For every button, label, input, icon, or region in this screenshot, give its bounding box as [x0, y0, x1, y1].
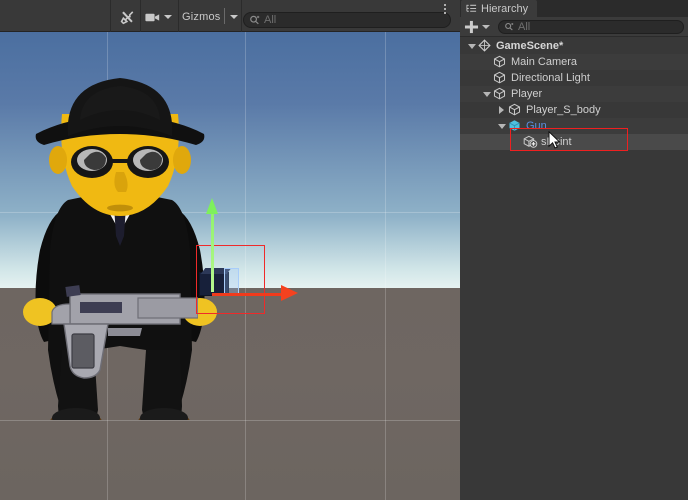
- selection-bounds-box: [196, 245, 265, 314]
- arrow-cursor: [548, 131, 561, 149]
- hierarchy-row-label: Player_S_body: [526, 104, 601, 116]
- hierarchy-panel: Hierarchy All GameScene* Main Camera Dir…: [460, 0, 688, 500]
- cube-icon: [493, 71, 509, 85]
- hierarchy-row-gun[interactable]: Gun: [460, 118, 688, 134]
- gizmo-y-axis-arrow[interactable]: [206, 198, 218, 214]
- search-icon: [505, 22, 514, 31]
- search-icon: [250, 15, 260, 24]
- unity-editor-window: Gizmos All Hierarchy All GameScene* Main…: [0, 0, 688, 500]
- hierarchy-toolbar: All: [460, 17, 688, 37]
- hierarchy-row-player[interactable]: Player: [460, 86, 688, 102]
- scene-search-placeholder: All: [264, 14, 277, 26]
- gizmo-x-axis[interactable]: [212, 293, 284, 296]
- hierarchy-row-player-s-body[interactable]: Player_S_body: [460, 102, 688, 118]
- vertical-ellipsis-icon: [444, 4, 446, 6]
- hierarchy-row-label: Gun: [526, 120, 547, 132]
- twirl-spacer: [481, 56, 493, 68]
- cube-icon: [493, 87, 506, 100]
- scene-search-input[interactable]: All: [243, 12, 451, 28]
- cube-icon: [493, 87, 509, 101]
- camera-icon: [145, 13, 160, 21]
- cube-icon: [493, 55, 509, 69]
- add-dropdown-caret-icon[interactable]: [482, 25, 490, 29]
- cube-plus-icon: [523, 135, 538, 148]
- twirl-down-icon[interactable]: [466, 40, 478, 52]
- hierarchy-row-main-camera[interactable]: Main Camera: [460, 54, 688, 70]
- twirl-spacer: [481, 72, 493, 84]
- hierarchy-row-label: Player: [511, 88, 543, 100]
- hierarchy-row-spoint[interactable]: sPoint: [460, 134, 688, 150]
- twirl-down-icon[interactable]: [496, 120, 508, 132]
- hierarchy-row-label: GameScene*: [496, 40, 564, 52]
- scene-viewport[interactable]: [0, 32, 460, 500]
- twirl-spacer: [511, 136, 523, 148]
- cube-icon: [508, 103, 524, 117]
- gizmo-x-axis-arrow[interactable]: [281, 285, 298, 301]
- scene-view-toolbar: Gizmos All: [0, 0, 460, 32]
- gizmos-label: Gizmos: [182, 10, 221, 23]
- scene-icon: [478, 39, 491, 52]
- scene-icon: [478, 39, 494, 53]
- gizmo-y-axis[interactable]: [211, 206, 214, 292]
- hierarchy-row-gamescene-[interactable]: GameScene*: [460, 38, 688, 54]
- tools-wrench-icon: [120, 10, 133, 24]
- tab-hierarchy-label: Hierarchy: [481, 2, 529, 15]
- scene-view-panel: Gizmos All: [0, 0, 460, 500]
- chevron-down-icon: [230, 15, 238, 19]
- cube-plus-icon: [523, 135, 539, 149]
- prefab-icon: [508, 119, 524, 133]
- scene-camera-button[interactable]: [142, 8, 176, 26]
- hierarchy-row-label: Main Camera: [511, 56, 578, 68]
- cube-icon: [493, 55, 506, 68]
- chevron-down-icon: [164, 15, 172, 19]
- cube-icon: [493, 71, 506, 84]
- hierarchy-row-directional-light[interactable]: Directional Light: [460, 70, 688, 86]
- prefab-icon: [509, 120, 520, 131]
- grid-line-vertical: [385, 32, 386, 500]
- twirl-right-icon[interactable]: [496, 104, 508, 116]
- hierarchy-search-placeholder: All: [518, 21, 531, 33]
- tools-button[interactable]: [114, 8, 140, 26]
- gizmos-dropdown-button[interactable]: [226, 8, 242, 26]
- cube-icon: [508, 103, 521, 116]
- grid-line-horizontal: [0, 420, 460, 421]
- hierarchy-list-icon: [466, 4, 477, 12]
- scene-panel-overflow-menu[interactable]: [440, 4, 450, 17]
- twirl-down-icon[interactable]: [481, 88, 493, 100]
- gun-model: [51, 285, 198, 379]
- hierarchy-row-label: Directional Light: [511, 72, 590, 84]
- tab-hierarchy[interactable]: Hierarchy: [461, 0, 538, 17]
- gizmos-button[interactable]: Gizmos: [182, 8, 223, 26]
- hierarchy-tree[interactable]: GameScene* Main Camera Directional Light…: [460, 38, 688, 500]
- add-gameobject-button[interactable]: [464, 20, 479, 34]
- hierarchy-tab-bar: Hierarchy: [460, 0, 688, 17]
- hierarchy-search-input[interactable]: All: [498, 20, 684, 34]
